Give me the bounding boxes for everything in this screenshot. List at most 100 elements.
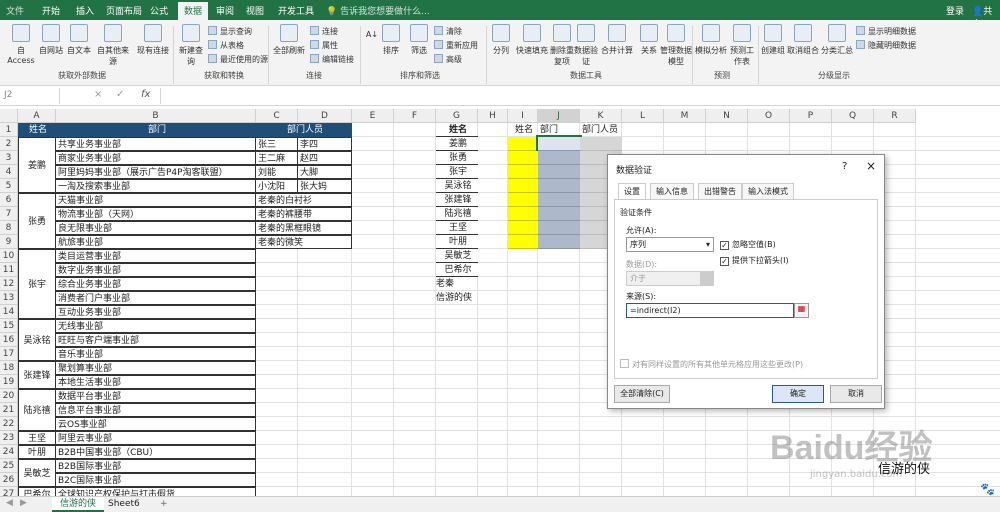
range-picker-icon[interactable]: ▦	[794, 303, 809, 318]
confirm-icon[interactable]: ✓	[116, 89, 124, 100]
ungroup-button[interactable]: 取消组合	[786, 24, 820, 56]
row-header[interactable]: 6	[0, 193, 18, 207]
column-header[interactable]: G	[436, 109, 478, 123]
properties-button[interactable]: 属性	[310, 40, 338, 51]
tab-page-layout[interactable]: 页面布局	[106, 4, 142, 17]
tab-file[interactable]: 文件	[6, 4, 24, 17]
close-icon[interactable]: ×	[866, 159, 876, 173]
row-header[interactable]: 23	[0, 431, 18, 445]
row-header[interactable]: 5	[0, 179, 18, 193]
refresh-all-button[interactable]: 全部刷新	[272, 24, 306, 56]
cancel-button[interactable]: 取消	[830, 385, 882, 403]
from-other-sources-button[interactable]: 自其他来源	[94, 24, 132, 67]
from-access-button[interactable]: 自 Access	[6, 24, 36, 65]
tab-settings[interactable]: 设置	[618, 183, 646, 200]
tab-input-message[interactable]: 输入信息	[650, 183, 694, 199]
new-query-button[interactable]: 新建查询	[176, 24, 206, 67]
row-header[interactable]: 24	[0, 445, 18, 459]
row-header[interactable]: 11	[0, 263, 18, 277]
existing-connections-button[interactable]: 现有连接	[136, 24, 170, 56]
row-header[interactable]: 10	[0, 249, 18, 263]
row-header[interactable]: 26	[0, 473, 18, 487]
sheet-tab[interactable]: Sheet6	[100, 497, 148, 512]
dept-validation-cell[interactable]	[538, 179, 580, 193]
row-header[interactable]: 25	[0, 459, 18, 473]
name-input-cell[interactable]	[508, 137, 538, 151]
from-table-button[interactable]: 从表格	[208, 40, 244, 51]
dept-validation-cell[interactable]	[538, 165, 580, 179]
add-sheet-icon[interactable]: +	[152, 497, 176, 512]
show-queries-button[interactable]: 显示查询	[208, 26, 252, 37]
fx-icon[interactable]: fx	[141, 89, 150, 100]
column-header[interactable]: H	[478, 109, 508, 123]
from-web-button[interactable]: 自网站	[38, 24, 64, 56]
dept-validation-cell[interactable]	[538, 221, 580, 235]
dept-validation-cell[interactable]	[538, 207, 580, 221]
what-if-button[interactable]: 模拟分析	[694, 24, 728, 56]
clear-filter-button[interactable]: 清除	[434, 26, 462, 37]
subtotal-button[interactable]: 分类汇总	[820, 24, 854, 56]
name-input-cell[interactable]	[508, 179, 538, 193]
row-header[interactable]: 1	[0, 123, 18, 137]
row-header[interactable]: 4	[0, 165, 18, 179]
tab-insert[interactable]: 插入	[76, 4, 94, 17]
edit-links-button[interactable]: 编辑链接	[310, 54, 354, 65]
name-input-cell[interactable]	[508, 193, 538, 207]
staff-cell[interactable]	[580, 137, 622, 151]
column-header[interactable]: K	[580, 109, 622, 123]
group-button[interactable]: 创建组	[760, 24, 786, 56]
row-header[interactable]: 22	[0, 417, 18, 431]
column-header[interactable]: O	[748, 109, 790, 123]
row-header[interactable]: 12	[0, 277, 18, 291]
tab-view[interactable]: 视图	[246, 4, 264, 17]
relationships-button[interactable]: 关系	[638, 24, 660, 56]
sheet-tab-active[interactable]: 信游的侠	[52, 497, 105, 512]
connections-button[interactable]: 连接	[310, 26, 338, 37]
name-input-cell[interactable]	[508, 221, 538, 235]
column-header[interactable]: L	[622, 109, 664, 123]
row-header[interactable]: 19	[0, 375, 18, 389]
active-cell[interactable]	[536, 135, 582, 153]
forecast-sheet-button[interactable]: 预测工作表	[730, 24, 754, 67]
column-header[interactable]: I	[508, 109, 538, 123]
dropdown-checkbox[interactable]: ✓ 提供下拉箭头(I)	[720, 255, 789, 266]
cancel-icon[interactable]: ×	[94, 89, 102, 100]
show-detail-button[interactable]: 显示明细数据	[856, 26, 916, 37]
column-header[interactable]: A	[18, 109, 56, 123]
name-input-cell[interactable]	[508, 207, 538, 221]
tab-error-alert[interactable]: 出错警告	[698, 183, 742, 199]
allow-select[interactable]: 序列 ▾	[626, 237, 714, 252]
row-header[interactable]: 2	[0, 137, 18, 151]
flash-fill-button[interactable]: 快速填充	[514, 24, 550, 56]
consolidate-button[interactable]: 合并计算	[598, 24, 636, 56]
data-validation-button[interactable]: 数据验证	[574, 24, 598, 67]
row-header[interactable]: 18	[0, 361, 18, 375]
tab-ime-mode[interactable]: 输入法模式	[742, 183, 794, 199]
hide-detail-button[interactable]: 隐藏明细数据	[856, 40, 916, 51]
prev-sheet-icon[interactable]: ◀	[6, 498, 13, 508]
formula-input[interactable]	[160, 88, 998, 104]
next-sheet-icon[interactable]: ▶	[20, 498, 27, 508]
row-header[interactable]: 3	[0, 151, 18, 165]
sort-button[interactable]: 排序	[378, 24, 404, 56]
tab-home[interactable]: 开始	[42, 4, 60, 17]
clear-all-button[interactable]: 全部清除(C)	[614, 385, 670, 403]
column-header[interactable]: D	[298, 109, 352, 123]
select-all-corner[interactable]	[0, 109, 18, 123]
row-header[interactable]: 8	[0, 221, 18, 235]
remove-duplicates-button[interactable]: 删除重复项	[550, 24, 574, 67]
column-header[interactable]: C	[256, 109, 298, 123]
dept-validation-cell[interactable]	[538, 235, 580, 249]
row-header[interactable]: 17	[0, 347, 18, 361]
filter-button[interactable]: 筛选	[406, 24, 432, 56]
dept-validation-cell[interactable]	[538, 193, 580, 207]
row-header[interactable]: 13	[0, 291, 18, 305]
tab-developer[interactable]: 开发工具	[278, 4, 314, 17]
row-header[interactable]: 21	[0, 403, 18, 417]
column-header[interactable]: P	[790, 109, 832, 123]
help-icon[interactable]: ?	[842, 161, 847, 172]
row-header[interactable]: 9	[0, 235, 18, 249]
tab-formulas[interactable]: 公式	[150, 4, 168, 17]
ok-button[interactable]: 确定	[772, 385, 824, 403]
row-header[interactable]: 20	[0, 389, 18, 403]
